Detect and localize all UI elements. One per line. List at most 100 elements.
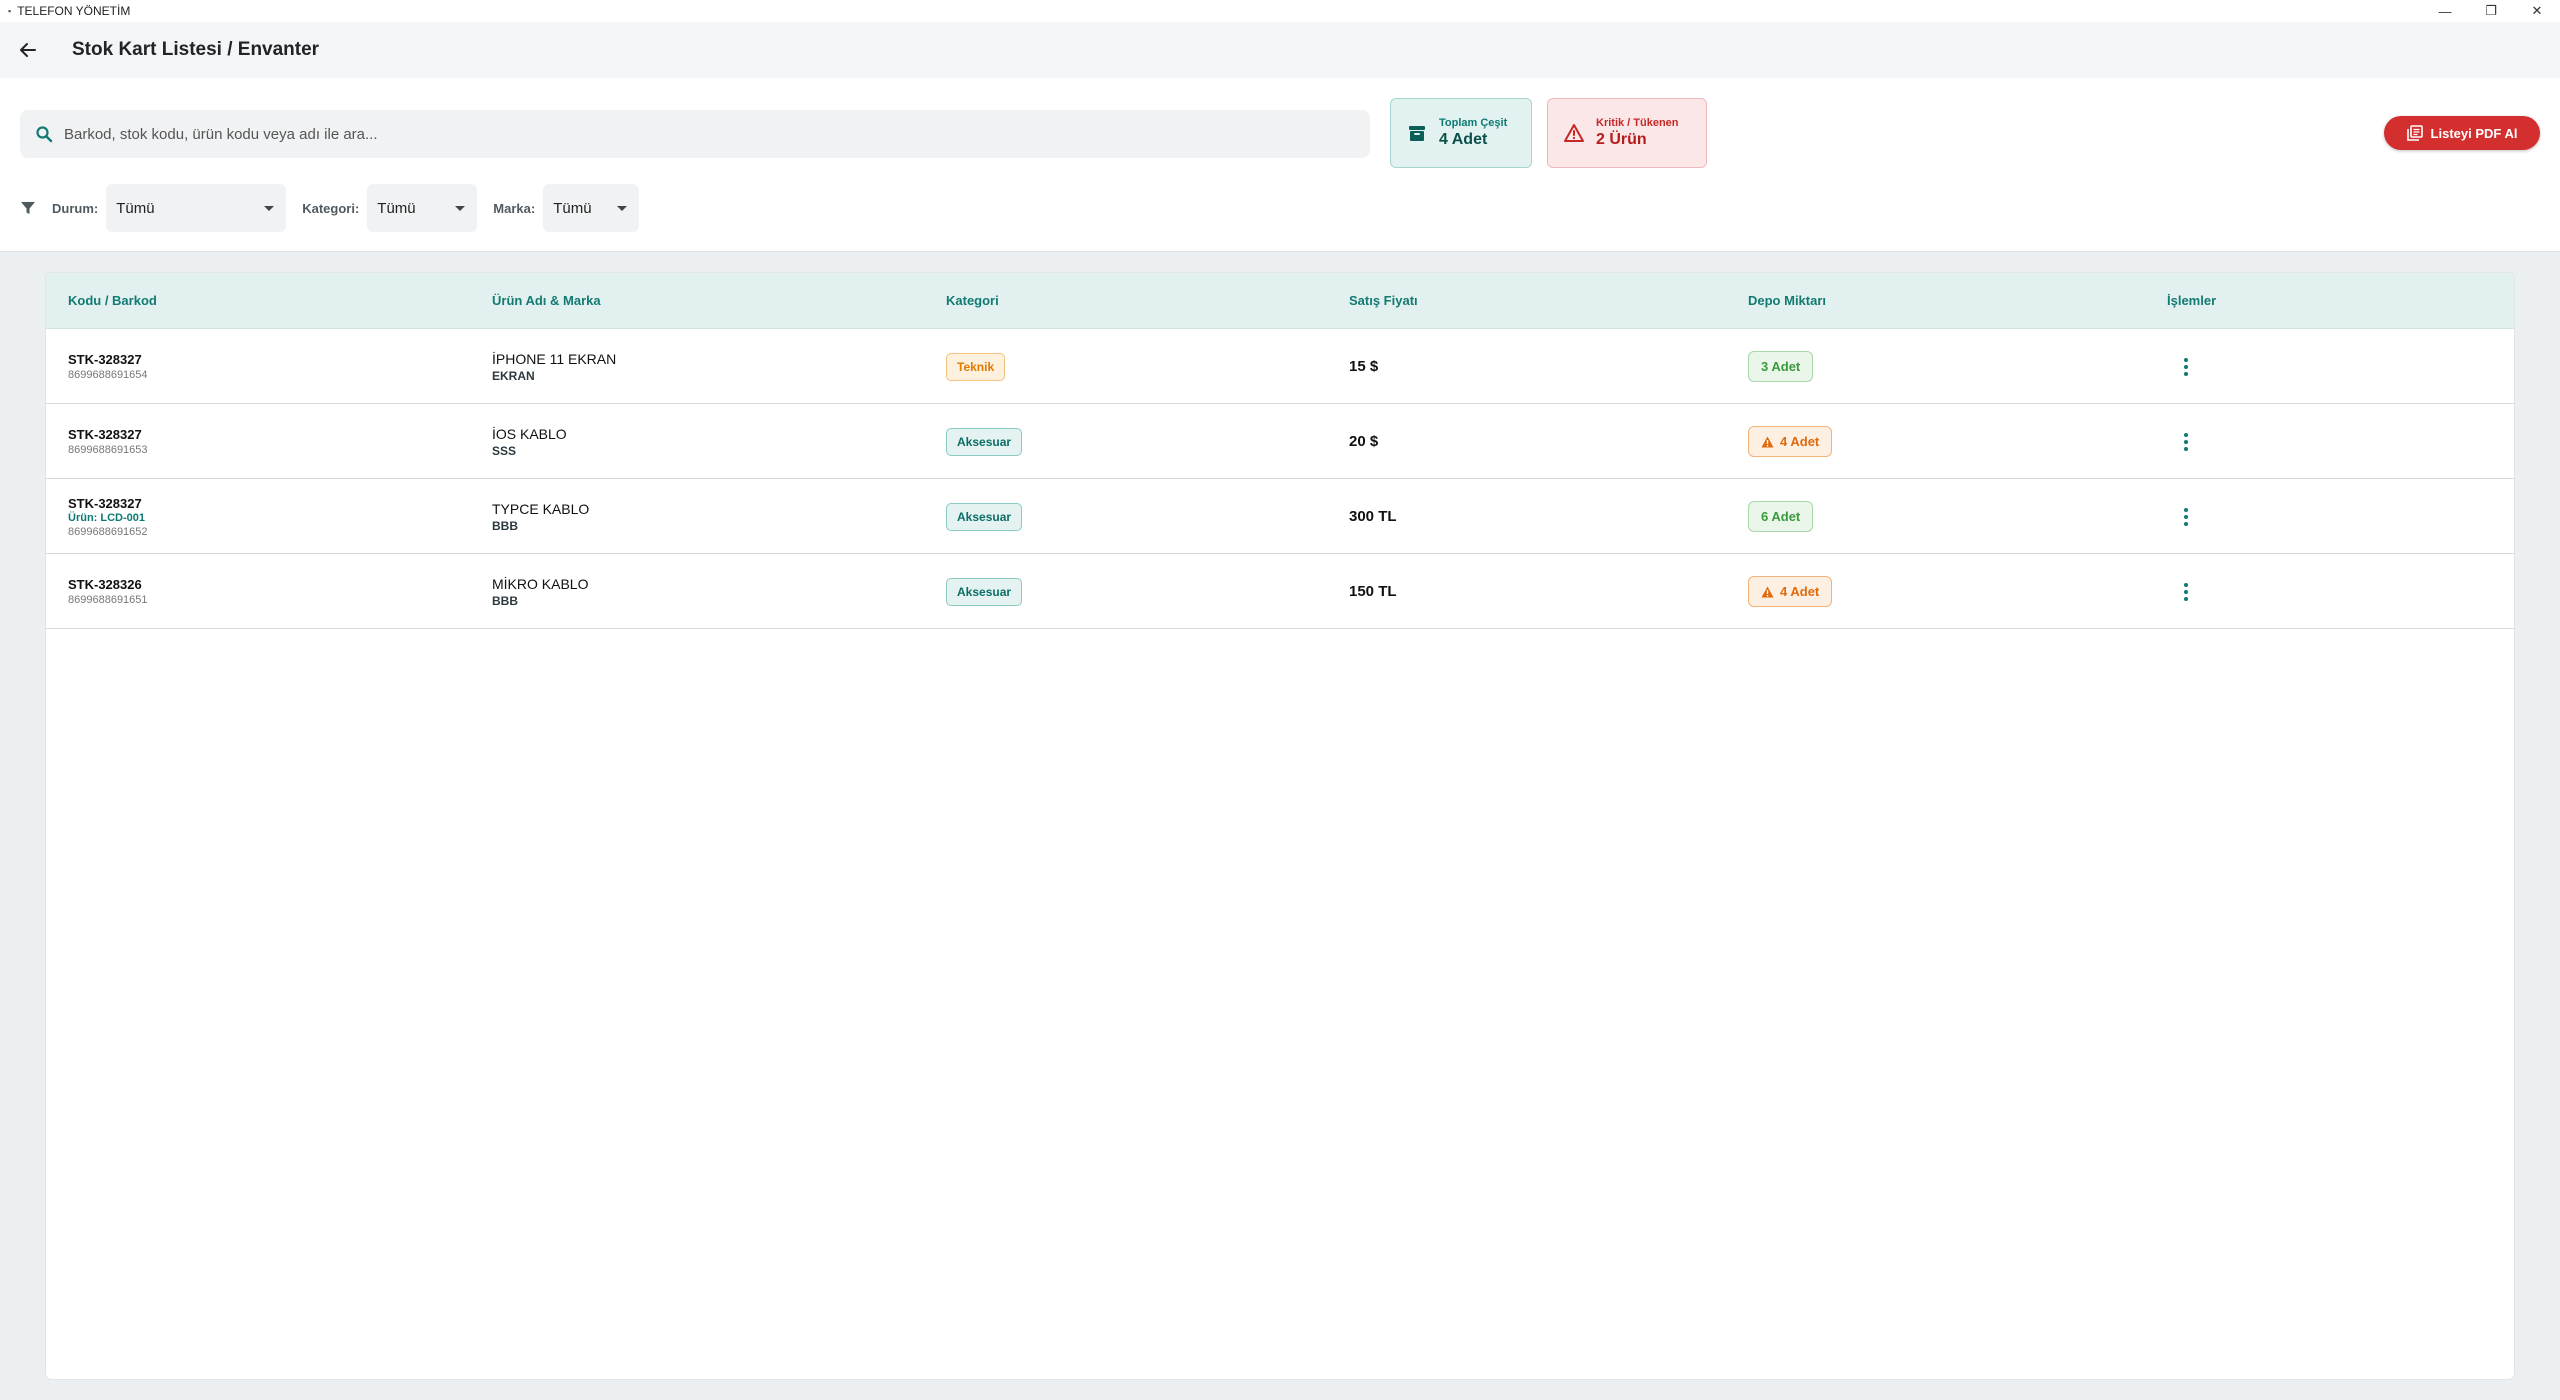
sale-price: 15 $	[1349, 358, 1379, 375]
category-filter-select[interactable]: Tümü	[367, 184, 478, 232]
search-input[interactable]	[64, 125, 1344, 143]
price-cell: 15 $	[1349, 329, 1378, 404]
stock-badge: 4 Adet	[1748, 426, 1833, 457]
product-brand: BBB	[492, 518, 518, 533]
code-cell: STK-328326 8699688691651	[68, 554, 148, 629]
total-variety-card: Toplam Çeşit 4 Adet	[1390, 98, 1532, 168]
critical-stock-card: Kritik / Tükenen 2 Ürün	[1547, 98, 1707, 168]
window-title-area: ▪ TELEFON YÖNETİM	[8, 4, 130, 18]
critical-stock-label: Kritik / Tükenen	[1596, 117, 1679, 129]
column-header-category[interactable]: Kategori	[946, 293, 999, 308]
code-cell: STK-328327 8699688691654	[68, 329, 148, 404]
table-row[interactable]: STK-328326 8699688691651 MİKRO KABLO BBB…	[46, 554, 2514, 629]
status-filter-value: Tümü	[116, 199, 155, 217]
category-filter-label: Kategori:	[302, 200, 360, 216]
warning-icon	[1761, 436, 1774, 447]
stock-code: STK-328327	[68, 427, 142, 442]
archive-icon	[1405, 121, 1429, 145]
sale-price: 300 TL	[1349, 508, 1397, 525]
table-row[interactable]: STK-328327 8699688691653 İOS KABLO SSS A…	[46, 404, 2514, 479]
stock-badge: 6 Adet	[1748, 501, 1814, 532]
stock-code: STK-328326	[68, 577, 142, 592]
export-pdf-label: Listeyi PDF Al	[2430, 125, 2518, 141]
toolbar: Toplam Çeşit 4 Adet Kritik / Tükenen 2 Ü…	[0, 78, 2560, 252]
pdf-icon	[2406, 125, 2423, 141]
category-cell: Aksesuar	[946, 479, 1023, 554]
app-bar: Stok Kart Listesi / Envanter	[0, 22, 2560, 78]
column-header-code[interactable]: Kodu / Barkod	[68, 293, 157, 308]
column-header-stock[interactable]: Depo Miktarı	[1748, 293, 1826, 308]
stock-badge: 4 Adet	[1748, 576, 1833, 607]
filter-icon	[20, 200, 42, 216]
warning-icon	[1562, 121, 1586, 145]
export-pdf-button[interactable]: Listeyi PDF Al	[2384, 116, 2540, 150]
arrow-left-icon	[20, 43, 36, 57]
window-title: TELEFON YÖNETİM	[17, 4, 131, 18]
stock-quantity: 4 Adet	[1780, 434, 1820, 449]
status-filter-select[interactable]: Tümü	[106, 184, 287, 232]
actions-cell	[2176, 404, 2196, 479]
sale-price: 150 TL	[1349, 583, 1397, 600]
barcode: 8699688691654	[68, 369, 148, 381]
table-row[interactable]: STK-328327 8699688691654 İPHONE 11 EKRAN…	[46, 329, 2514, 404]
more-vert-icon[interactable]	[2176, 357, 2196, 376]
product-name: İPHONE 11 EKRAN	[492, 350, 617, 367]
brand-filter-select[interactable]: Tümü	[543, 184, 640, 232]
product-brand: SSS	[492, 443, 517, 458]
product-cell: MİKRO KABLO BBB	[492, 554, 588, 629]
stock-cell: 3 Adet	[1748, 329, 1814, 404]
filter-bar: Durum: Tümü Kategori: Tümü Marka: Tümü	[20, 184, 655, 232]
category-cell: Aksesuar	[946, 404, 1023, 479]
actions-cell	[2176, 479, 2196, 554]
column-header-product[interactable]: Ürün Adı & Marka	[492, 293, 601, 308]
chevron-down-icon	[455, 205, 466, 211]
stock-quantity: 3 Adet	[1761, 359, 1801, 374]
page-title: Stok Kart Listesi / Envanter	[72, 39, 320, 60]
product-brand: BBB	[492, 593, 518, 608]
barcode: 8699688691651	[68, 594, 148, 606]
stock-cell: 6 Adet	[1748, 479, 1814, 554]
product-cell: İOS KABLO SSS	[492, 404, 567, 479]
category-badge: Teknik	[946, 352, 1006, 381]
table-header: Kodu / Barkod Ürün Adı & Marka Kategori …	[46, 273, 2514, 329]
back-button[interactable]	[0, 22, 56, 78]
product-cell: İPHONE 11 EKRAN EKRAN	[492, 329, 616, 404]
more-vert-icon[interactable]	[2176, 507, 2196, 526]
price-cell: 150 TL	[1349, 554, 1397, 629]
more-vert-icon[interactable]	[2176, 582, 2196, 601]
stock-quantity: 4 Adet	[1780, 584, 1820, 599]
product-cell: TYPCE KABLO BBB	[492, 479, 589, 554]
product-name: İOS KABLO	[492, 425, 567, 442]
actions-cell	[2176, 554, 2196, 629]
minimize-icon[interactable]: —	[2422, 0, 2468, 22]
window-controls: — ❐ ✕	[2422, 0, 2560, 22]
critical-stock-value: 2 Ürün	[1596, 131, 1647, 148]
restore-icon[interactable]: ❐	[2468, 0, 2514, 22]
column-header-actions: İşlemler	[2167, 293, 2217, 308]
table-row[interactable]: STK-328327 Ürün: LCD-001 8699688691652 T…	[46, 479, 2514, 554]
inventory-table: Kodu / Barkod Ürün Adı & Marka Kategori …	[45, 272, 2515, 1380]
total-variety-label: Toplam Çeşit	[1439, 117, 1508, 129]
status-filter-label: Durum:	[52, 200, 99, 216]
barcode: 8699688691652	[68, 525, 148, 538]
brand-filter-value: Tümü	[553, 199, 592, 217]
window-titlebar: ▪ TELEFON YÖNETİM — ❐ ✕	[0, 0, 2560, 22]
sale-price: 20 $	[1349, 433, 1379, 450]
product-code: Ürün: LCD-001	[68, 511, 146, 524]
product-brand: EKRAN	[492, 368, 535, 383]
category-filter-value: Tümü	[377, 199, 416, 217]
column-header-price[interactable]: Satış Fiyatı	[1349, 293, 1418, 308]
app-icon: ▪	[8, 6, 12, 16]
close-icon[interactable]: ✕	[2514, 0, 2560, 22]
search-box[interactable]	[20, 110, 1370, 158]
chevron-down-icon	[264, 205, 275, 211]
code-cell: STK-328327 Ürün: LCD-001 8699688691652	[68, 479, 148, 554]
category-badge: Aksesuar	[946, 427, 1023, 456]
total-variety-value: 4 Adet	[1439, 131, 1488, 148]
search-icon	[24, 125, 64, 143]
chevron-down-icon	[617, 205, 628, 211]
stock-quantity: 6 Adet	[1761, 509, 1801, 524]
category-badge: Aksesuar	[946, 577, 1023, 606]
more-vert-icon[interactable]	[2176, 432, 2196, 451]
stock-cell: 4 Adet	[1748, 404, 1833, 479]
